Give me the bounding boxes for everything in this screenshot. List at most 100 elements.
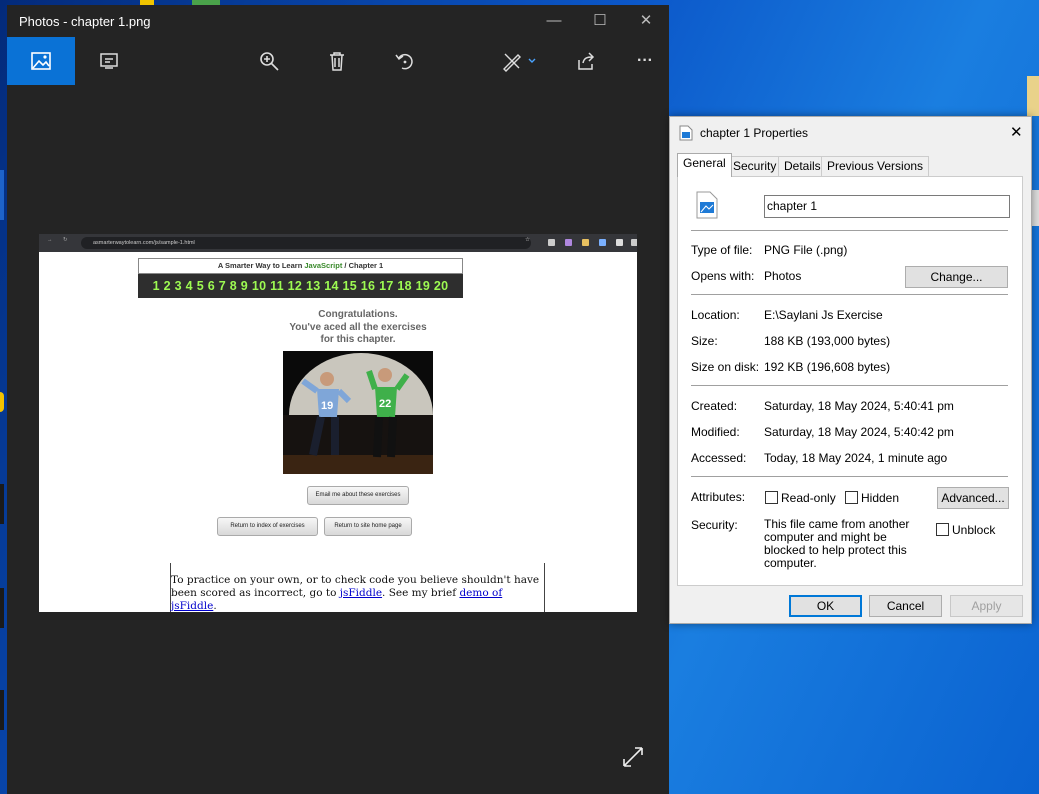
congrats-line: for this chapter.	[320, 334, 396, 345]
header-text: A Smarter Way to Learn	[217, 261, 305, 270]
desktop-icon-fragment[interactable]	[1027, 76, 1039, 116]
attributes-label: Attributes:	[691, 490, 746, 504]
hidden-checkbox[interactable]	[845, 491, 858, 504]
rotate-button[interactable]	[371, 37, 439, 85]
zoom-in-icon	[260, 52, 279, 71]
share-button[interactable]	[552, 37, 620, 85]
unblock-label: Unblock	[952, 523, 996, 537]
star-icon: ☆	[525, 237, 530, 243]
image-file-icon	[679, 125, 693, 141]
divider	[691, 294, 1008, 295]
location-label: Location:	[691, 308, 740, 322]
file-type-icon	[696, 191, 718, 219]
jersey-number-left: 19	[321, 400, 333, 412]
tab-details[interactable]: Details	[778, 156, 827, 176]
modified-label: Modified:	[691, 425, 740, 439]
desktop-icon-fragment[interactable]	[0, 170, 4, 220]
rotate-icon	[395, 53, 413, 70]
created-value: Saturday, 18 May 2024, 5:40:41 pm	[764, 399, 954, 413]
delete-button[interactable]	[303, 37, 371, 85]
extension-icon	[631, 239, 637, 246]
apply-button[interactable]: Apply	[950, 595, 1023, 617]
general-panel: chapter 1 Type of file: PNG File (.png) …	[677, 176, 1023, 586]
desktop-icon-fragment[interactable]	[0, 392, 4, 412]
extension-icon	[548, 239, 555, 246]
type-label: Type of file:	[691, 243, 753, 257]
title-bar[interactable]: Photos - chapter 1.png — ☐ ✕	[7, 5, 669, 37]
accessed-value: Today, 18 May 2024, 1 minute ago	[764, 451, 948, 465]
location-value: E:\Saylani Js Exercise	[764, 308, 883, 322]
window-title: Photos - chapter 1.png	[19, 14, 151, 29]
desktop-icon-fragment[interactable]	[1031, 190, 1039, 226]
exercise-numbers[interactable]: 1 2 3 4 5 6 7 8 9 10 11 12 13 14 15 16 1…	[138, 274, 463, 298]
home-button[interactable]: Return to site home page	[324, 517, 412, 536]
dancers-photo: 19 22	[283, 351, 433, 474]
page-header: A Smarter Way to Learn JavaScript / Chap…	[138, 258, 463, 274]
fiddle-note: To practice on your own, or to check cod…	[170, 563, 545, 612]
properties-dialog: chapter 1 Properties ✕ General Security …	[669, 116, 1032, 624]
minimize-button[interactable]: —	[531, 5, 577, 37]
congrats-line: Congratulations.	[318, 309, 398, 320]
filename-field[interactable]: chapter 1	[764, 195, 1010, 218]
advanced-button[interactable]: Advanced...	[937, 487, 1009, 509]
image-icon	[31, 52, 51, 70]
trash-icon	[330, 52, 344, 71]
dialog-close-button[interactable]: ✕	[1010, 123, 1023, 141]
slideshow-icon	[100, 53, 118, 69]
toolbar: ···	[7, 37, 669, 85]
jersey-number-right: 22	[379, 398, 391, 410]
index-button[interactable]: Return to index of exercises	[217, 517, 318, 536]
size-on-disk-label: Size on disk:	[691, 360, 760, 374]
extension-icon	[616, 239, 623, 246]
dialog-title: chapter 1 Properties	[700, 126, 809, 140]
extension-icon	[599, 239, 606, 246]
close-button[interactable]: ✕	[623, 5, 669, 37]
created-label: Created:	[691, 399, 738, 413]
fiddle-text: . See my brief	[382, 587, 460, 599]
displayed-image[interactable]: → ↻ asmarterwaytolearn.com/js/sample-1.h…	[39, 234, 637, 612]
security-label: Security:	[691, 518, 738, 532]
congrats-text: Congratulations. You've aced all the exe…	[238, 309, 478, 347]
header-highlight: JavaScript	[304, 261, 343, 270]
address-bar: asmarterwaytolearn.com/js/sample-1.html	[81, 237, 531, 249]
share-icon	[578, 52, 595, 70]
security-text: This file came from another computer and…	[764, 517, 910, 570]
size-label: Size:	[691, 334, 718, 348]
readonly-checkbox[interactable]	[765, 491, 778, 504]
unblock-checkbox[interactable]	[936, 523, 949, 536]
divider	[691, 230, 1008, 231]
congrats-line: You've aced all the exercises	[289, 321, 427, 333]
accessed-label: Accessed:	[691, 451, 747, 465]
ok-button[interactable]: OK	[789, 595, 862, 617]
more-button[interactable]: ···	[611, 37, 679, 85]
tab-previous-versions[interactable]: Previous Versions	[821, 156, 930, 176]
fiddle-text: .	[213, 600, 217, 612]
tab-security[interactable]: Security	[727, 156, 783, 176]
zoom-button[interactable]	[235, 37, 303, 85]
cancel-button[interactable]: Cancel	[869, 595, 942, 617]
extension-icon	[565, 239, 572, 246]
divider	[691, 385, 1008, 386]
change-button[interactable]: Change...	[905, 266, 1008, 288]
browser-bar: → ↻ asmarterwaytolearn.com/js/sample-1.h…	[39, 234, 637, 252]
view-image-button[interactable]	[7, 37, 75, 85]
jsfiddle-link[interactable]: jsFiddle	[340, 587, 382, 599]
edit-icon	[503, 53, 521, 72]
opens-label: Opens with:	[691, 269, 755, 283]
maximize-button[interactable]: ☐	[577, 5, 623, 37]
dancers-image: 19 22	[283, 351, 433, 474]
desktop-icon-fragment[interactable]	[0, 484, 4, 524]
photos-window: Photos - chapter 1.png — ☐ ✕ ··· → ↻ asm…	[7, 5, 669, 794]
desktop-icon-fragment[interactable]	[0, 588, 4, 628]
more-icon: ···	[637, 52, 653, 69]
tab-general[interactable]: General	[677, 153, 732, 177]
edit-button[interactable]	[485, 37, 553, 85]
size-on-disk-value: 192 KB (196,608 bytes)	[764, 360, 891, 374]
slideshow-button[interactable]	[75, 37, 143, 85]
expand-icon[interactable]	[621, 745, 645, 769]
hidden-label: Hidden	[861, 491, 900, 505]
desktop-icon-fragment[interactable]	[0, 690, 4, 730]
divider	[691, 476, 1008, 477]
modified-value: Saturday, 18 May 2024, 5:40:42 pm	[764, 425, 954, 439]
email-button[interactable]: Email me about these exercises	[307, 486, 409, 505]
